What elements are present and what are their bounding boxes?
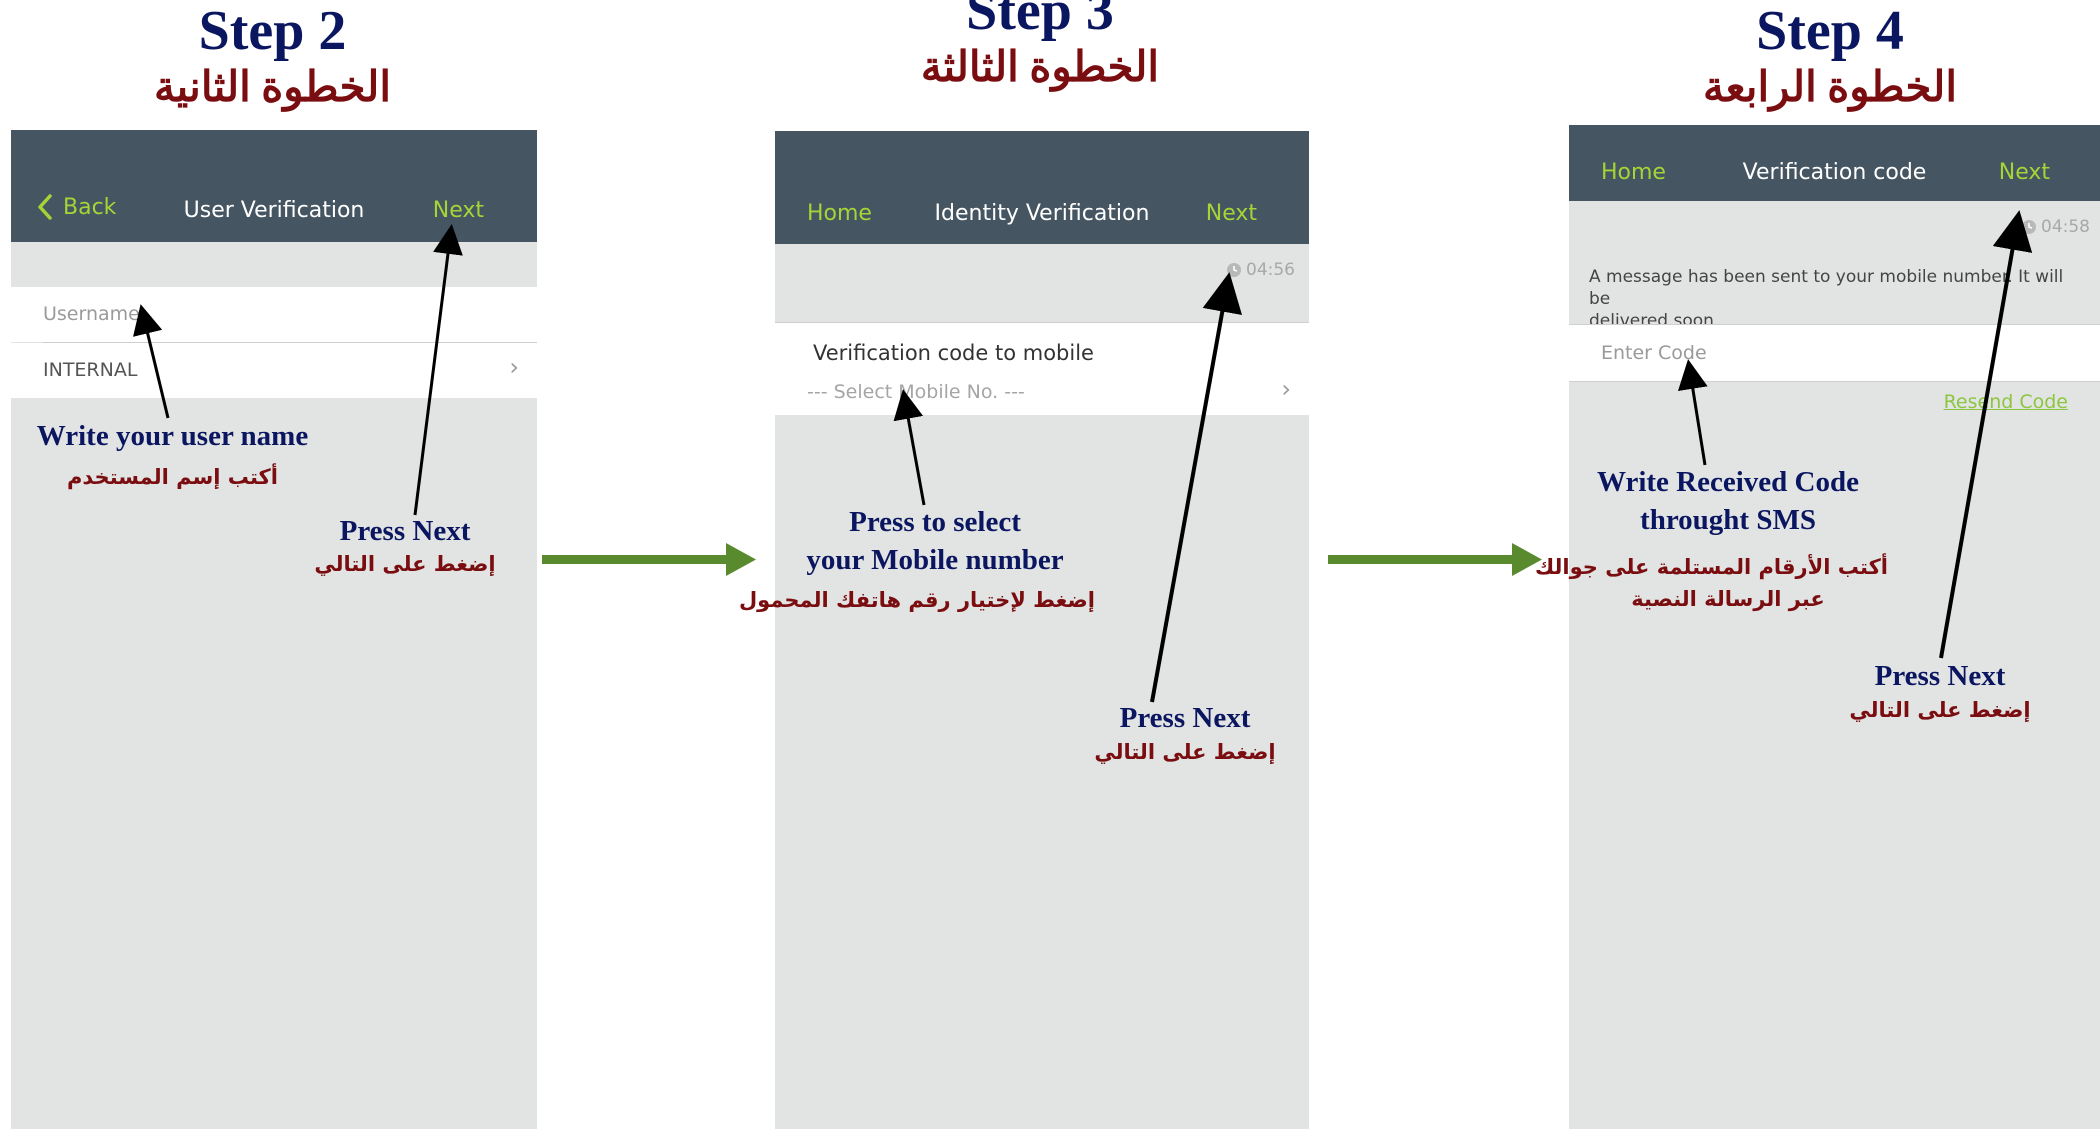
step2-navbar: Back User Verification Next bbox=[11, 130, 537, 242]
domain-value: INTERNAL bbox=[43, 359, 138, 381]
step4-timer-value: 04:58 bbox=[2041, 217, 2090, 237]
username-placeholder: Username bbox=[43, 303, 140, 325]
step4-next-button[interactable]: Next bbox=[1999, 160, 2050, 185]
step4-navbar: Home Verification code Next bbox=[1569, 125, 2100, 201]
code-placeholder: Enter Code bbox=[1601, 342, 1707, 364]
chevron-right-icon: › bbox=[1281, 375, 1291, 403]
code-input[interactable]: Enter Code bbox=[1569, 324, 2100, 382]
step3-select-note-ar: إضغط لإختيار رقم هاتفك المحمول bbox=[738, 588, 1095, 612]
mobile-select-placeholder: --- Select Mobile No. --- bbox=[807, 381, 1025, 403]
step2-screen: Back User Verification Next Username INT… bbox=[11, 130, 537, 1129]
step3-next-button[interactable]: Next bbox=[1206, 201, 1257, 226]
step2-username-note-ar: أكتب إسم المستخدم bbox=[67, 465, 278, 489]
mobile-select-row[interactable]: Verification code to mobile --- Select M… bbox=[775, 322, 1309, 415]
username-input[interactable]: Username bbox=[11, 287, 537, 342]
step3-navbar: Home Identity Verification Next bbox=[775, 131, 1309, 244]
sms-message-line1: A message has been sent to your mobile n… bbox=[1589, 267, 2064, 309]
step4-code-note-ar-line1: أكتب الأرقام المستلمة على جوالك bbox=[1534, 555, 1888, 579]
right-arrow-icon bbox=[1328, 543, 1542, 576]
step3-timer-value: 04:56 bbox=[1246, 260, 1295, 280]
chevron-right-icon: › bbox=[509, 353, 519, 381]
step3-heading: Step 3 الخطوة الثالثة bbox=[910, 0, 1170, 92]
step4-next-note: Press Next bbox=[1874, 660, 2006, 692]
sms-sent-message: A message has been sent to your mobile n… bbox=[1589, 266, 2088, 332]
step2-username-note: Write your user name bbox=[36, 420, 309, 452]
step4-code-note-line1: Write Received Code bbox=[1597, 466, 1859, 498]
step2-next-note: Press Next bbox=[339, 515, 471, 547]
step2-next-note-ar: إضغط على التالي bbox=[314, 552, 496, 576]
verification-field-label: Verification code to mobile bbox=[813, 341, 1094, 365]
step4-next-note-ar: إضغط على التالي bbox=[1849, 698, 2031, 722]
step3-title: Step 3 bbox=[966, 0, 1114, 42]
step4-title: Step 4 bbox=[1756, 0, 1904, 62]
step2-title-ar: الخطوة الثانية bbox=[153, 65, 392, 111]
step3-title-ar: الخطوة الثالثة bbox=[920, 45, 1160, 91]
step3-screen: Home Identity Verification Next 04:56 Ve… bbox=[775, 131, 1309, 1129]
step4-heading: Step 4 الخطوة الرابعة bbox=[1700, 2, 1960, 112]
step2-title: Step 2 bbox=[198, 0, 347, 62]
step3-select-note-line2: your Mobile number bbox=[806, 544, 1064, 576]
step4-screen: Home Verification code Next 04:58 A mess… bbox=[1569, 125, 2100, 1129]
right-arrow-icon bbox=[542, 543, 756, 576]
step3-select-note-line1: Press to select bbox=[849, 506, 1021, 538]
step3-next-note: Press Next bbox=[1119, 702, 1251, 734]
resend-code-link[interactable]: Resend Code bbox=[1944, 391, 2068, 413]
clock-icon bbox=[1227, 263, 1241, 277]
step4-title-ar: الخطوة الرابعة bbox=[1702, 65, 1957, 111]
step3-next-note-ar: إضغط على التالي bbox=[1094, 740, 1276, 764]
domain-selector[interactable]: INTERNAL › bbox=[11, 343, 537, 398]
clock-icon bbox=[2022, 220, 2036, 234]
step2-heading: Step 2 الخطوة الثانية bbox=[150, 2, 395, 112]
step3-timer: 04:56 bbox=[1226, 260, 1295, 280]
step4-timer: 04:58 bbox=[2021, 217, 2090, 237]
step2-next-button[interactable]: Next bbox=[433, 198, 484, 223]
step4-code-note-ar-line2: عبر الرسالة النصية bbox=[1631, 587, 1825, 611]
step4-code-note-line2: throught SMS bbox=[1640, 504, 1816, 536]
